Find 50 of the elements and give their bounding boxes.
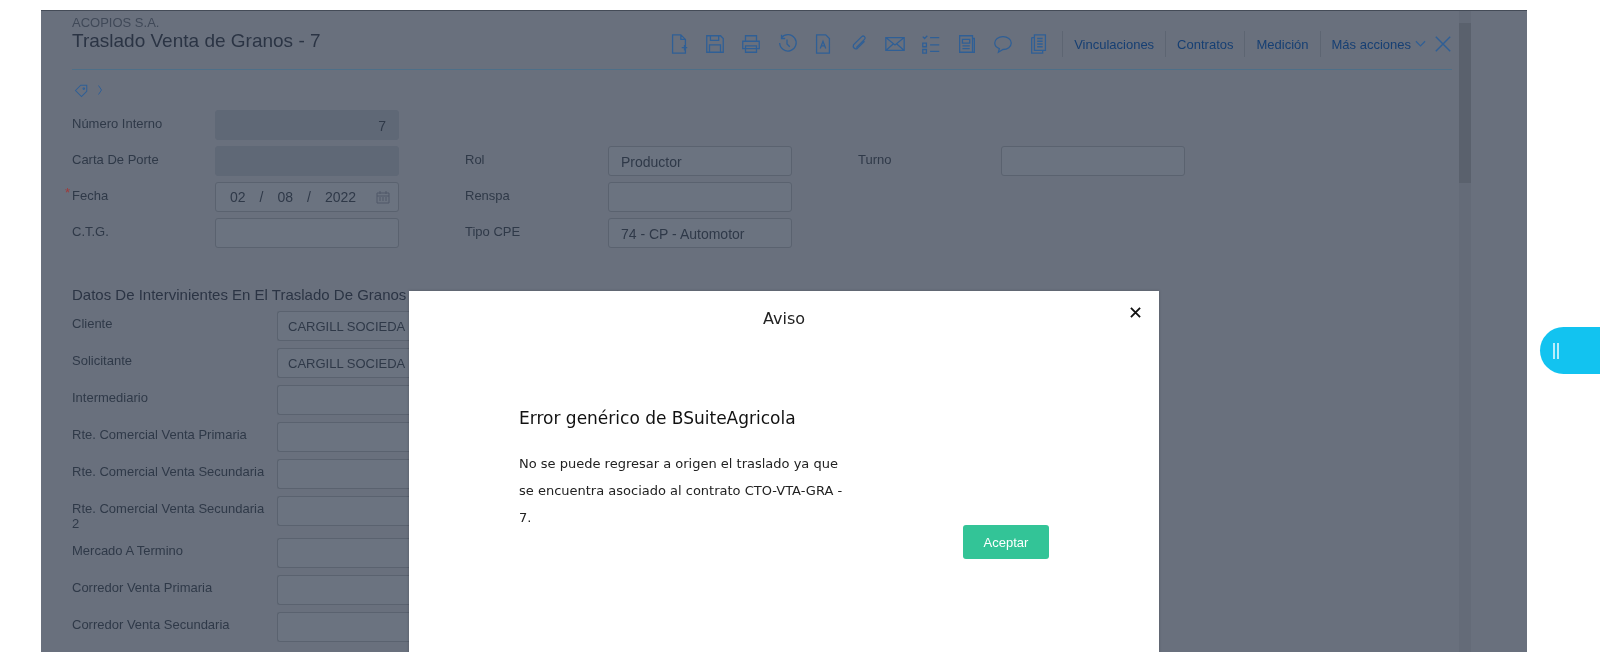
input-field[interactable]: 74 - CP - Automotor xyxy=(608,218,792,248)
date-field[interactable]: 02 / 08 / 2022 xyxy=(215,182,399,212)
side-handle[interactable] xyxy=(1540,327,1600,374)
pause-icon xyxy=(1552,341,1560,360)
history-icon[interactable] xyxy=(776,33,799,55)
input-field[interactable] xyxy=(277,385,411,415)
input-field[interactable] xyxy=(277,575,411,605)
input-field[interactable] xyxy=(277,612,411,642)
field-label: Fecha xyxy=(72,188,109,203)
dialog-title: Aviso xyxy=(761,309,806,328)
section-title: Datos De Intervinientes En El Traslado De Granos xyxy=(72,286,408,303)
field-label: C.T.G. xyxy=(72,224,109,239)
field-label: Carta De Porte xyxy=(72,152,159,167)
toolbar-link[interactable]: Medición xyxy=(1250,36,1315,52)
input-field[interactable] xyxy=(277,538,411,568)
input-field[interactable] xyxy=(277,459,411,489)
scrollbar[interactable] xyxy=(1459,11,1471,652)
toolbar-link[interactable]: Vinculaciones xyxy=(1068,36,1161,52)
error-heading: Error genérico de BSuiteAgricola xyxy=(519,408,797,428)
field-label: Corredor Venta Secundaria xyxy=(72,616,231,634)
save-icon[interactable] xyxy=(704,33,727,55)
field-label: Mercado A Termino xyxy=(72,542,185,560)
input-field[interactable]: Productor xyxy=(608,146,792,176)
toolbar-link[interactable]: Más acciones xyxy=(1325,36,1432,52)
field-label: Rte. Comercial Venta Secundaria 2 xyxy=(72,500,266,531)
print-icon[interactable] xyxy=(740,33,763,55)
field-label: Solicitante xyxy=(72,352,133,370)
field-label: Rte. Comercial Venta Secundaria xyxy=(72,463,266,481)
input-field[interactable]: CARGILL SOCIEDA xyxy=(277,348,411,378)
input-field[interactable]: CARGILL SOCIEDA xyxy=(277,311,411,341)
field-label: Rte. Comercial Venta Primaria xyxy=(72,426,248,444)
accept-button[interactable]: Aceptar xyxy=(963,525,1049,559)
error-message: No se puede regresar a origen el traslado ya que se encuentra asociado al contrato CTO-VTA-GRA - 7. xyxy=(519,455,844,527)
field-label: Corredor Venta Primaria xyxy=(72,579,214,597)
page-title: Traslado Venta de Granos - 7 xyxy=(72,30,321,52)
toolbar-link[interactable]: Contratos xyxy=(1171,36,1240,52)
required-mark: * xyxy=(65,185,71,200)
input-field[interactable] xyxy=(277,422,411,452)
field-label: Intermediario xyxy=(72,389,149,407)
field-label: Cliente xyxy=(72,315,114,333)
input-field[interactable] xyxy=(277,496,411,526)
field-label: Renspa xyxy=(465,188,510,203)
close-icon[interactable] xyxy=(1130,307,1141,318)
tag-icon[interactable] xyxy=(74,82,89,98)
field-label: Número Interno xyxy=(72,116,163,131)
field-label: Tipo CPE xyxy=(465,224,521,239)
field-label: Rol xyxy=(465,152,485,167)
chevron-right-icon[interactable] xyxy=(97,84,103,96)
field-label: Turno xyxy=(858,152,892,167)
comment-icon[interactable] xyxy=(992,33,1015,55)
